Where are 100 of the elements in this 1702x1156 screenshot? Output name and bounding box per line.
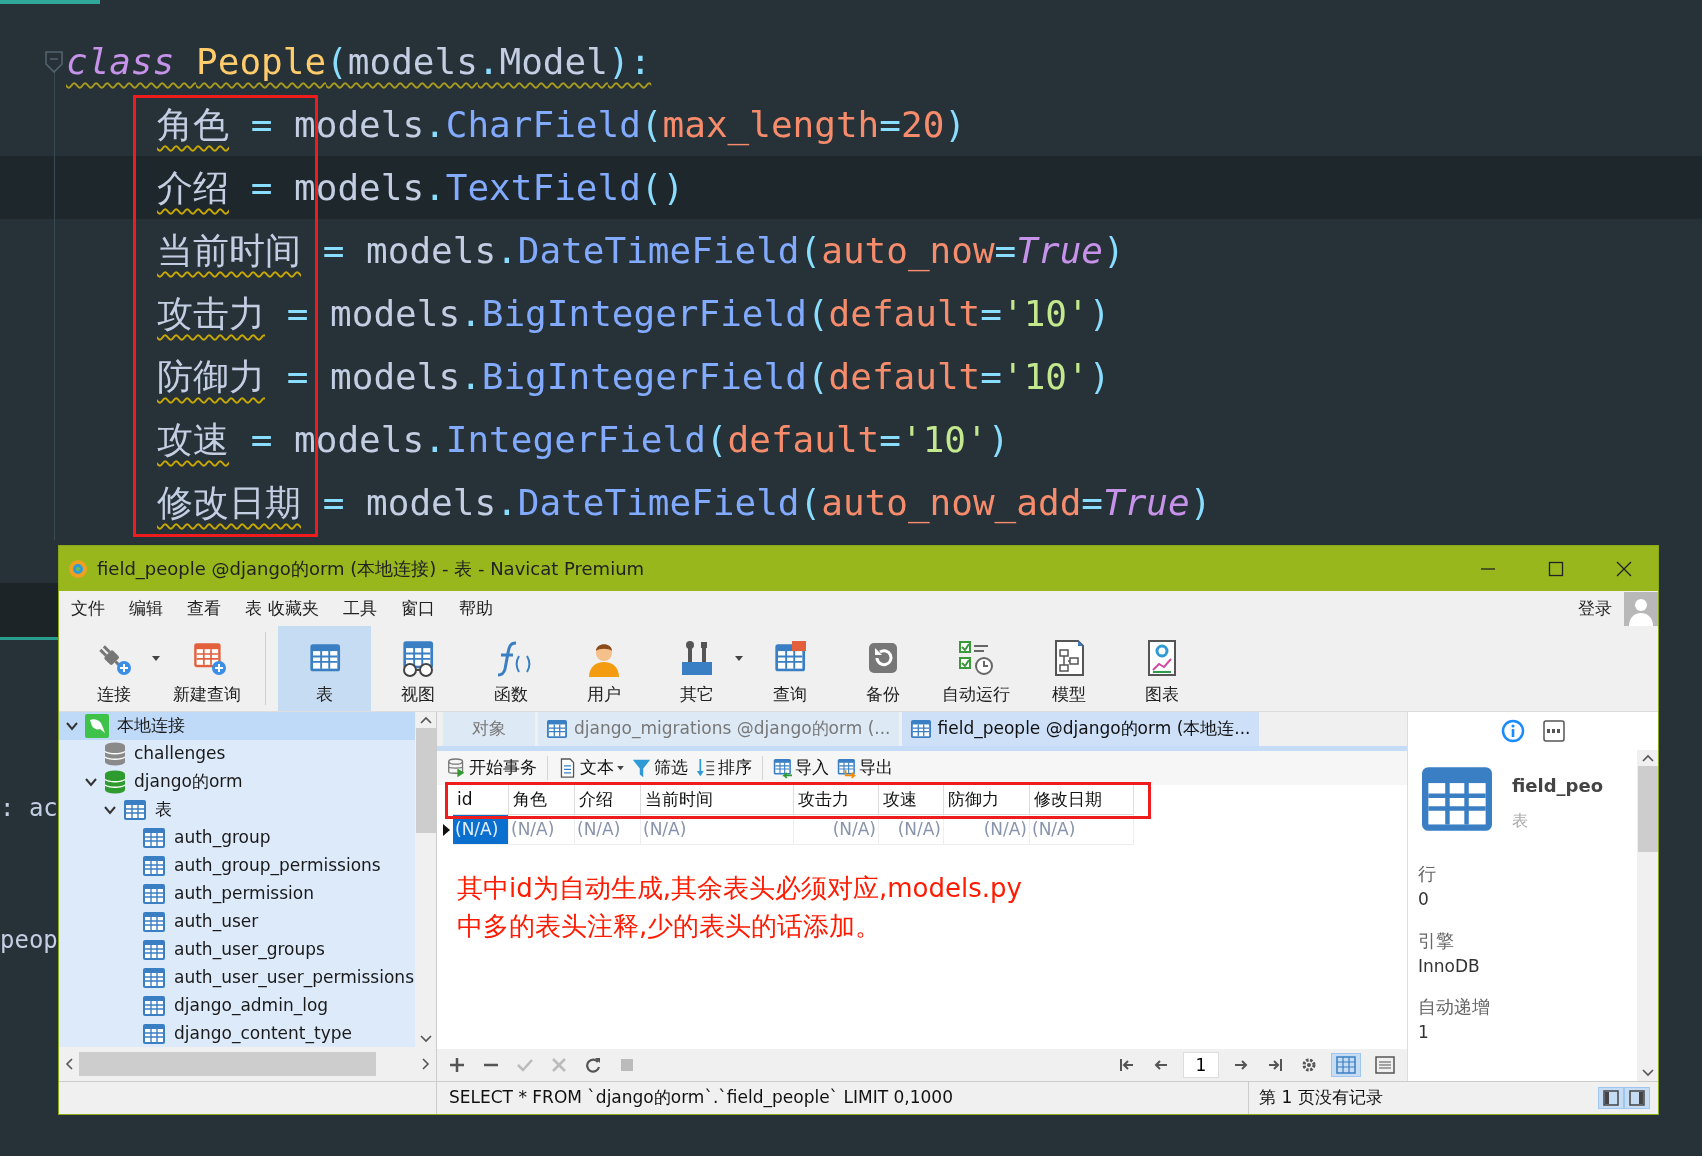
menu-item[interactable]: 工具 bbox=[331, 595, 389, 622]
code-line: 修改日期 = models.DateTimeField(auto_now_add=True) bbox=[157, 482, 1212, 523]
table-icon bbox=[909, 719, 932, 739]
toolbar-button[interactable]: 自动运行 bbox=[929, 626, 1022, 711]
column-header[interactable]: 攻速 bbox=[879, 785, 944, 815]
property-value: 1 bbox=[1418, 1021, 1430, 1044]
toolbar-button[interactable]: 其它 bbox=[650, 626, 743, 711]
ddl-icon[interactable] bbox=[1543, 720, 1565, 742]
annotation-note: 其中id为自动生成,其余表头必须对应,models.py 中多的表头注释,少的表头的话添加。 bbox=[457, 872, 1023, 943]
scroll-down-icon bbox=[419, 1035, 432, 1043]
transaction-icon bbox=[447, 757, 466, 779]
scroll-thumb[interactable] bbox=[1637, 766, 1658, 852]
close-icon bbox=[1616, 560, 1632, 577]
window-title: field_people @django的orm (本地连接) - 表 - Navicat Premium bbox=[97, 557, 646, 582]
sort-icon bbox=[696, 757, 715, 779]
info-icon[interactable] bbox=[1501, 719, 1525, 743]
column-header[interactable]: 攻击力 bbox=[794, 785, 879, 815]
import-icon bbox=[773, 757, 792, 779]
property-label: 自动递增 bbox=[1418, 995, 1491, 1019]
tree-item[interactable]: auth_group bbox=[59, 824, 415, 852]
table-icon bbox=[142, 1023, 166, 1045]
tree-item[interactable]: 本地连接 bbox=[59, 712, 415, 740]
tree-item[interactable]: auth_group_permissions bbox=[59, 852, 415, 880]
table-icon bbox=[142, 883, 166, 905]
tab[interactable]: field_people @django的orm (本地连... bbox=[901, 712, 1259, 746]
minimize-icon bbox=[1480, 567, 1496, 570]
left-panel-button[interactable] bbox=[1598, 1087, 1624, 1109]
login-link[interactable]: 登录 bbox=[1566, 595, 1624, 622]
toolbar-button[interactable]: 文本 bbox=[554, 755, 628, 781]
scroll-thumb[interactable] bbox=[79, 1052, 376, 1076]
menu-item[interactable]: 窗口 bbox=[389, 595, 447, 622]
tree-item[interactable]: django的orm bbox=[59, 768, 415, 796]
menu-item[interactable]: 表 bbox=[233, 595, 264, 622]
toolbar-button[interactable]: 查询 bbox=[743, 626, 836, 711]
column-header[interactable]: 角色 bbox=[509, 785, 575, 815]
menu-item[interactable]: 收藏夹 bbox=[264, 595, 331, 622]
connection-icon bbox=[85, 714, 109, 738]
maximize-icon bbox=[1548, 560, 1564, 577]
table-icon bbox=[142, 939, 166, 961]
check-icon bbox=[517, 1057, 533, 1073]
page-field[interactable]: 1 bbox=[1183, 1052, 1219, 1078]
menu-item[interactable]: 编辑 bbox=[117, 595, 175, 622]
menu-item[interactable]: 查看 bbox=[175, 595, 233, 622]
code-fragment: : ac bbox=[0, 793, 58, 824]
form-view-icon bbox=[1375, 1056, 1395, 1074]
toolbar-button[interactable]: 开始事务 bbox=[443, 755, 541, 781]
side-panel bbox=[0, 583, 58, 640]
toolbar-button[interactable]: 新建查询 bbox=[160, 626, 253, 711]
property-label: 行 bbox=[1418, 862, 1437, 886]
tree-item[interactable]: auth_permission bbox=[59, 880, 415, 908]
menu-item[interactable]: 文件 bbox=[59, 595, 117, 622]
left-panel-icon bbox=[1603, 1090, 1619, 1106]
table-icon bbox=[142, 827, 166, 849]
scroll-thumb[interactable] bbox=[415, 728, 436, 833]
toolbar-button[interactable]: 筛选 bbox=[628, 755, 692, 781]
right-panel-button[interactable] bbox=[1624, 1087, 1650, 1109]
toolbar-button[interactable]: 备份 bbox=[836, 626, 929, 711]
table-icon bbox=[142, 995, 166, 1017]
toolbar-button[interactable]: 连接 bbox=[67, 626, 160, 711]
scroll-down-icon bbox=[1641, 1069, 1654, 1077]
code-line: 当前时间 = models.DateTimeField(auto_now=True) bbox=[157, 230, 1125, 271]
tree-item[interactable]: 表 bbox=[59, 796, 415, 824]
toolbar-button[interactable]: 图表 bbox=[1115, 626, 1208, 711]
tree-item[interactable]: auth_user_user_permissions bbox=[59, 964, 415, 992]
tree-item[interactable]: challenges bbox=[59, 740, 415, 768]
toolbar-button[interactable]: 函数 bbox=[464, 626, 557, 711]
code-line: 防御力 = models.BigIntegerField(default='10') bbox=[157, 356, 1111, 397]
toolbar-button[interactable]: 排序 bbox=[692, 755, 756, 781]
last-page-icon bbox=[1267, 1057, 1283, 1073]
tree-item[interactable]: django_content_type bbox=[59, 1020, 415, 1047]
tab[interactable]: django_migrations @django的orm (... bbox=[538, 712, 899, 746]
column-header[interactable]: id bbox=[453, 785, 509, 815]
caret-icon bbox=[735, 656, 743, 662]
tree-item[interactable]: django_admin_log bbox=[59, 992, 415, 1020]
tree-item[interactable]: auth_user bbox=[59, 908, 415, 936]
column-header[interactable]: 修改日期 bbox=[1030, 785, 1134, 815]
column-header[interactable]: 当前时间 bbox=[641, 785, 794, 815]
toolbar-button[interactable]: 视图 bbox=[371, 626, 464, 711]
tab[interactable]: 对象 bbox=[443, 712, 535, 746]
table-icon bbox=[142, 967, 166, 989]
scroll-up-icon bbox=[1641, 754, 1654, 762]
table-cell[interactable]: (N/A) bbox=[453, 815, 509, 845]
code-fragment: peop bbox=[0, 925, 58, 956]
toolbar-button[interactable]: 用户 bbox=[557, 626, 650, 711]
toolbar-button[interactable]: 导入 bbox=[769, 755, 833, 781]
menu-item[interactable]: 帮助 bbox=[447, 595, 505, 622]
scrollbar[interactable] bbox=[1637, 750, 1658, 1081]
toolbar-button[interactable]: 表 bbox=[278, 626, 371, 711]
right-panel-icon bbox=[1629, 1090, 1645, 1106]
caret-icon bbox=[617, 765, 624, 771]
export-icon bbox=[837, 757, 856, 779]
column-header[interactable]: 防御力 bbox=[944, 785, 1030, 815]
scroll-right-icon bbox=[422, 1058, 430, 1070]
toolbar-button[interactable]: 导出 bbox=[833, 755, 897, 781]
tree-item[interactable]: auth_user_groups bbox=[59, 936, 415, 964]
toolbar-button[interactable]: 模型 bbox=[1022, 626, 1115, 711]
app-logo-icon bbox=[67, 557, 89, 580]
view-toggle[interactable] bbox=[1331, 1053, 1361, 1077]
column-header[interactable]: 介绍 bbox=[575, 785, 641, 815]
settings-icon bbox=[1301, 1057, 1317, 1073]
